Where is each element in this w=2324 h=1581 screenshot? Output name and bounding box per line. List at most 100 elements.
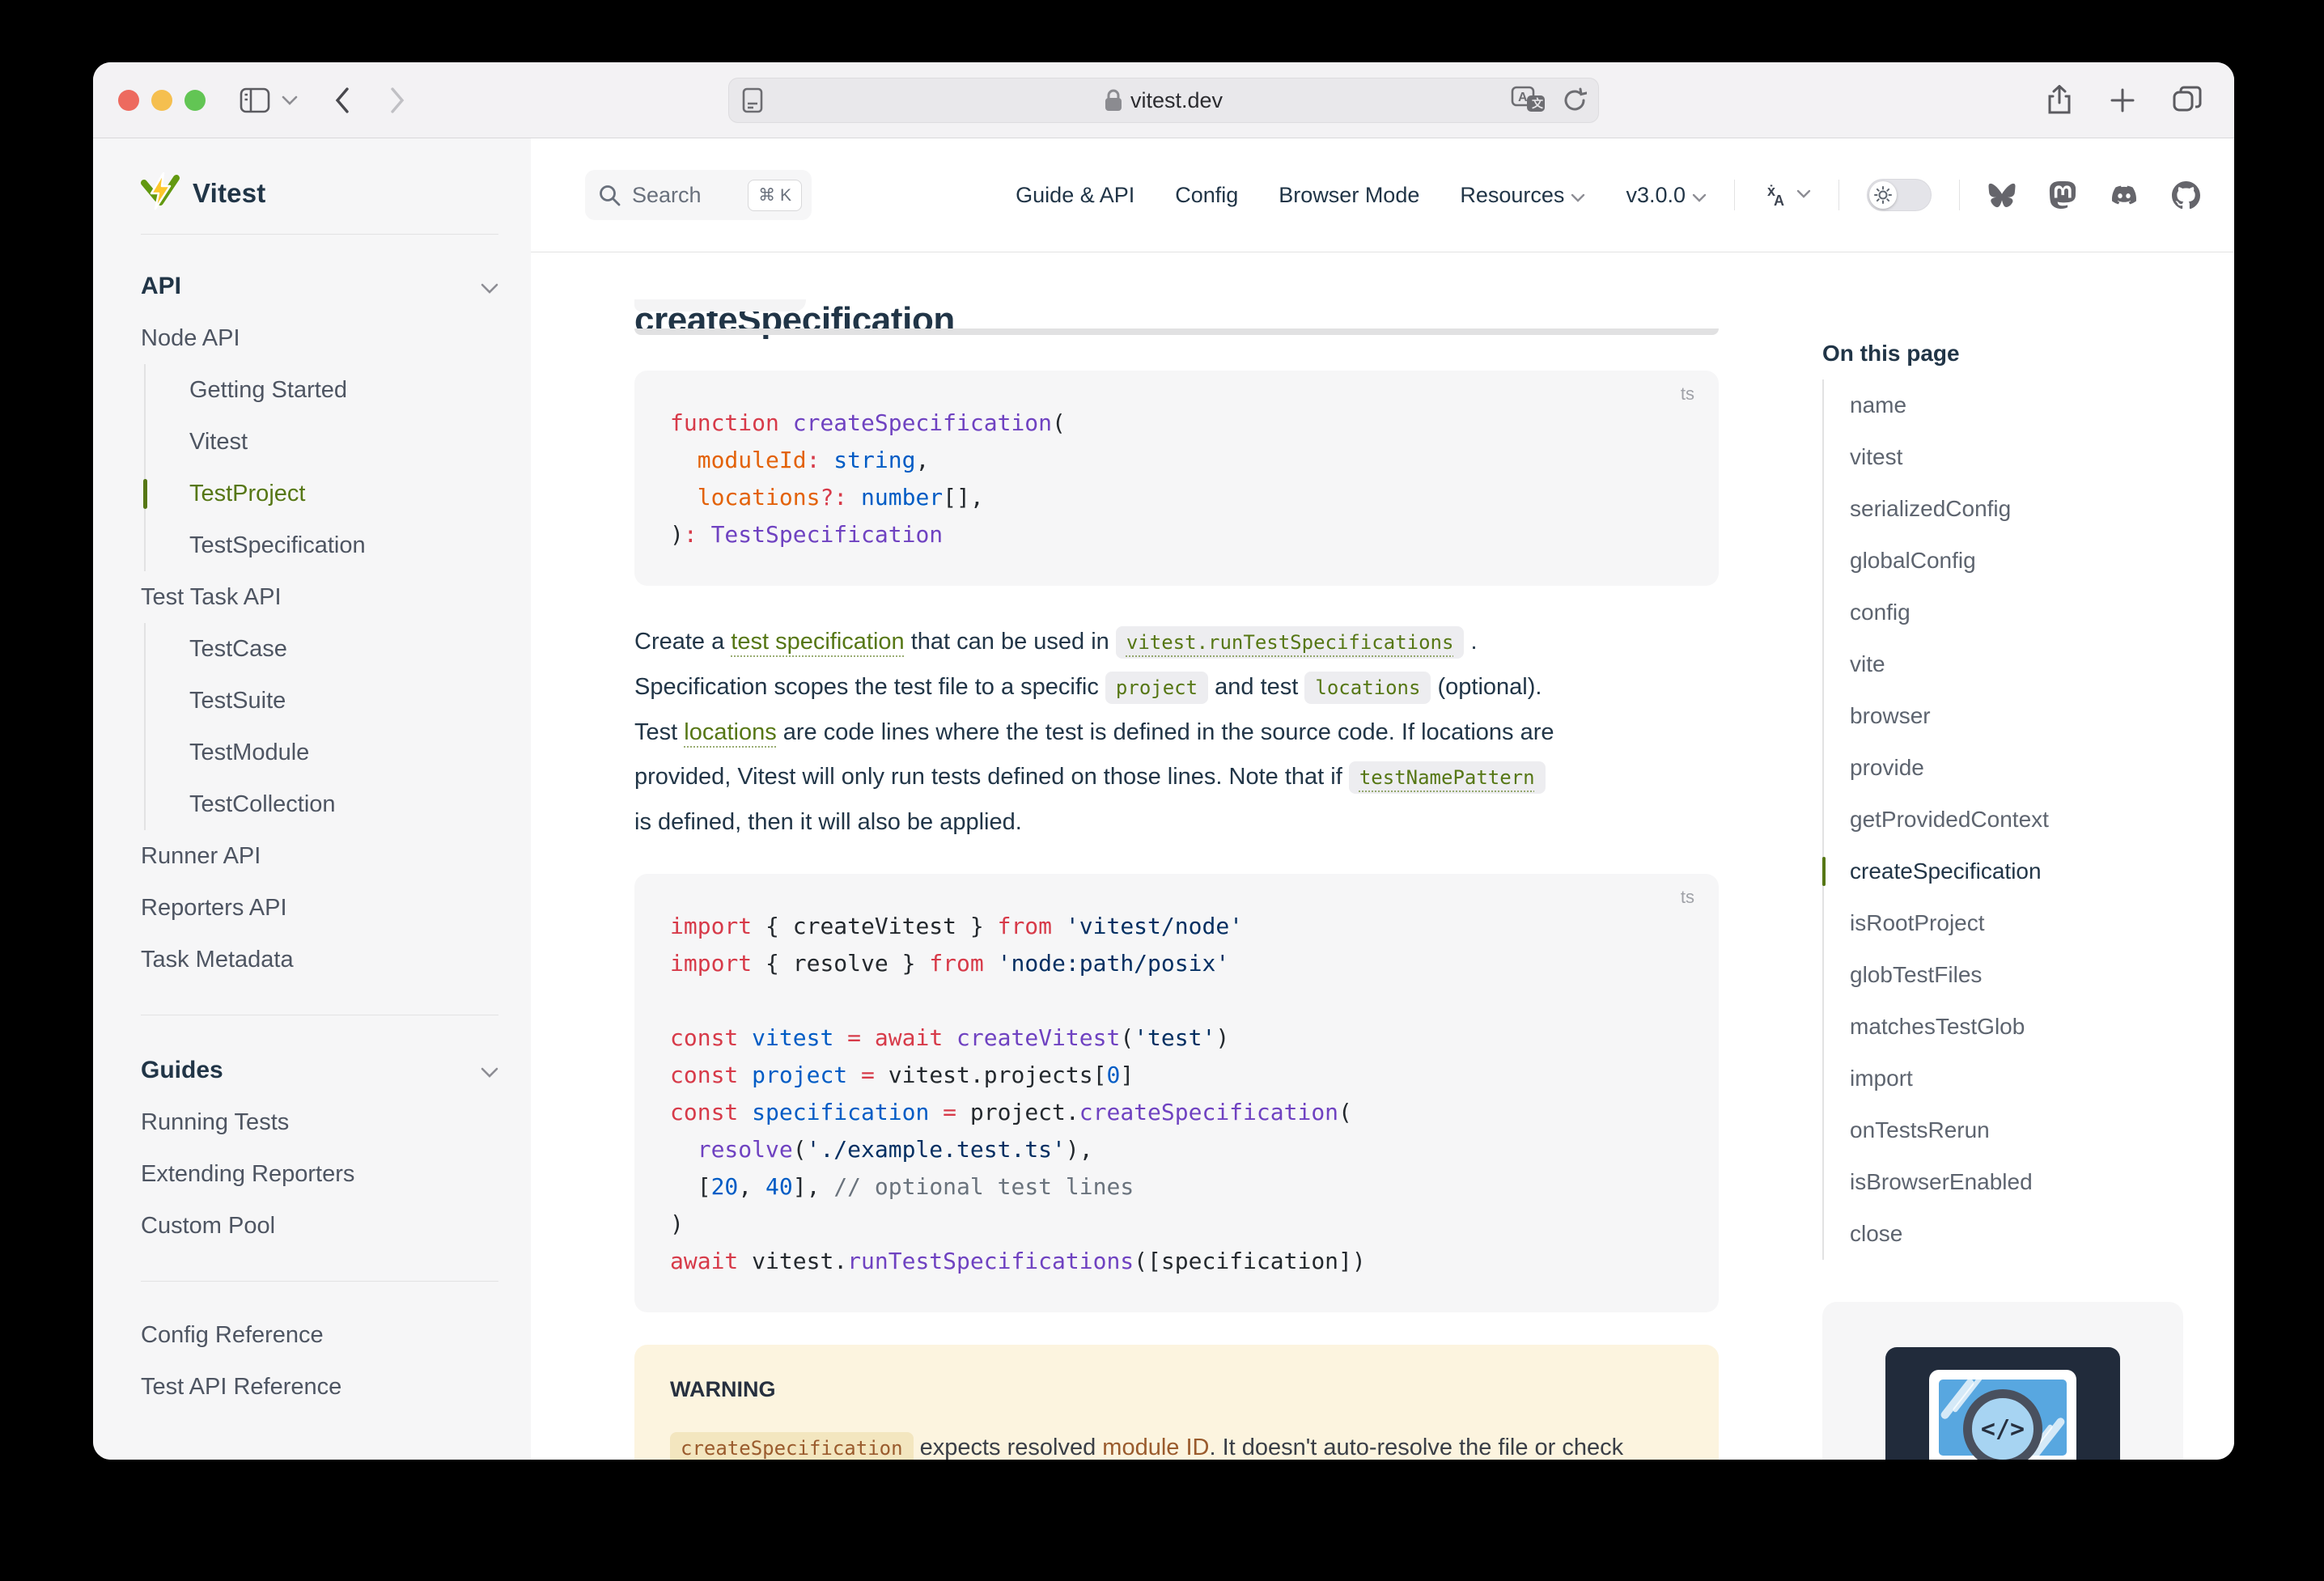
version-switcher[interactable]: v3.0.0: [1626, 183, 1707, 208]
code-lines: import { createVitest } from 'vitest/nod…: [670, 908, 1683, 1280]
minimize-window-button[interactable]: [151, 90, 172, 111]
nav-resources-label: Resources: [1460, 183, 1564, 208]
search-input[interactable]: Search ⌘ K: [585, 170, 812, 220]
discord-icon[interactable]: [2109, 183, 2140, 207]
sidebar-item-task-metadata[interactable]: Task Metadata: [141, 934, 498, 985]
outline-link-getprovidedcontext[interactable]: getProvidedContext: [1824, 794, 2211, 846]
page-body: Vitest API Node API Getting Started Vite…: [93, 138, 2234, 1460]
language-icon: ẋ A: [1762, 181, 1790, 209]
magnifier-icon: </>: [1963, 1389, 2042, 1460]
version-label: v3.0.0: [1626, 183, 1686, 208]
article: createSpecification ts function createSp…: [634, 299, 1719, 1460]
svg-text:A: A: [1774, 193, 1784, 209]
chevron-down-icon: [481, 1057, 498, 1084]
header-nav: Guide & API Config Browser Mode Resource…: [975, 179, 2234, 211]
outline-link-isrootproject[interactable]: isRootProject: [1824, 897, 2211, 949]
outline-link-globtestfiles[interactable]: globTestFiles: [1824, 949, 2211, 1001]
bluesky-icon[interactable]: [1987, 182, 2017, 209]
sidebar-item-testmodule[interactable]: TestModule: [189, 727, 498, 778]
sidebar-item-testspecification[interactable]: TestSpecification: [189, 519, 498, 571]
code-language-label: ts: [1681, 384, 1694, 405]
sidebar-item-config-reference[interactable]: Config Reference: [141, 1309, 498, 1361]
browser-window: vitest.dev A 文: [93, 62, 2234, 1460]
sidebar-toggle-icon[interactable]: [240, 87, 270, 113]
sponsor-card[interactable]: </>: [1822, 1302, 2183, 1460]
mastodon-icon[interactable]: [2049, 180, 2076, 210]
translate-icon[interactable]: A 文: [1511, 86, 1546, 115]
outline-link-config[interactable]: config: [1824, 587, 2211, 638]
code-lines: function createSpecification( moduleId: …: [670, 405, 1683, 553]
sidebar-item-runner-api[interactable]: Runner API: [141, 830, 498, 882]
desktop-background: vitest.dev A 文: [0, 0, 2324, 1581]
nav-config[interactable]: Config: [1175, 183, 1238, 208]
language-switcher[interactable]: ẋ A: [1762, 181, 1811, 209]
address-bar[interactable]: vitest.dev A 文: [728, 78, 1599, 123]
outline-link-import[interactable]: import: [1824, 1053, 2211, 1104]
outline-link-browser[interactable]: browser: [1824, 690, 2211, 742]
vitest-logo-icon: [141, 172, 180, 215]
sidebar-item-extending-reporters[interactable]: Extending Reporters: [141, 1148, 498, 1200]
outline-title: On this page: [1822, 337, 2211, 370]
sidebar-item-testproject[interactable]: TestProject: [189, 468, 498, 519]
outline-link-close[interactable]: close: [1824, 1208, 2211, 1260]
code-block-signature[interactable]: ts function createSpecification( moduleI…: [634, 371, 1719, 586]
sidebar-item-testcase[interactable]: TestCase: [189, 623, 498, 675]
sidebar-item-vitest[interactable]: Vitest: [189, 416, 498, 468]
sidebar-item-node-api[interactable]: Node API: [141, 312, 498, 364]
back-button[interactable]: [335, 87, 350, 113]
sidebar-item-custom-pool[interactable]: Custom Pool: [141, 1200, 498, 1252]
toolbar-chevron-down-icon[interactable]: [282, 95, 298, 105]
chevron-down-icon: [1692, 183, 1707, 208]
new-tab-icon[interactable]: [2110, 87, 2135, 113]
outline-link-createspecification[interactable]: createSpecification: [1824, 846, 2211, 897]
theme-toggle[interactable]: [1867, 179, 1932, 211]
chevron-down-icon: [481, 273, 498, 300]
close-window-button[interactable]: [118, 90, 139, 111]
search-icon: [598, 184, 621, 206]
nav-resources-menu[interactable]: Resources: [1460, 183, 1585, 208]
reload-icon[interactable]: [1563, 87, 1587, 113]
sidebar-item-testsuite[interactable]: TestSuite: [189, 675, 498, 727]
share-icon[interactable]: [2046, 85, 2072, 116]
url-text: vitest.dev: [1130, 88, 1223, 113]
sidebar-item-running-tests[interactable]: Running Tests: [141, 1096, 498, 1148]
nav-browser-mode[interactable]: Browser Mode: [1279, 183, 1419, 208]
github-icon[interactable]: [2172, 181, 2200, 210]
outline-link-globalconfig[interactable]: globalConfig: [1824, 535, 2211, 587]
sidebar-item-testcollection[interactable]: TestCollection: [189, 778, 498, 830]
tab-overview-icon[interactable]: [2173, 86, 2202, 115]
sidebar-item-test-api-reference[interactable]: Test API Reference: [141, 1361, 498, 1413]
warning-body: createSpecification expects resolved mod…: [670, 1425, 1683, 1460]
outline-link-vitest[interactable]: vitest: [1824, 431, 2211, 483]
previous-codeblock-fragment: [634, 299, 806, 312]
sidebar-test-task-group: TestCase TestSuite TestModule TestCollec…: [144, 623, 498, 830]
zoom-window-button[interactable]: [184, 90, 206, 111]
code-block-example[interactable]: ts import { createVitest } from 'vitest/…: [634, 874, 1719, 1312]
nav-guide-api[interactable]: Guide & API: [1016, 183, 1134, 208]
forward-button[interactable]: [390, 87, 405, 113]
outline-link-ontestsrerun[interactable]: onTestsRerun: [1824, 1104, 2211, 1156]
sidebar-group-guides[interactable]: Guides: [141, 1045, 498, 1096]
chevron-down-icon: [1571, 183, 1585, 208]
site-logo[interactable]: Vitest: [141, 169, 498, 218]
outline-link-vite[interactable]: vite: [1824, 638, 2211, 690]
sidebar-item-test-task-api[interactable]: Test Task API: [141, 571, 498, 623]
header-divider: [1734, 180, 1735, 210]
warning-callout: WARNING createSpecification expects reso…: [634, 1345, 1719, 1460]
browser-toolbar: vitest.dev A 文: [93, 62, 2234, 138]
outline-link-matchestestglob[interactable]: matchesTestGlob: [1824, 1001, 2211, 1053]
chevron-down-icon: [1796, 188, 1811, 202]
reader-mode-icon[interactable]: [742, 87, 763, 113]
previous-codeblock-edge: [634, 328, 1719, 335]
site-title: Vitest: [193, 178, 265, 209]
outline-link-name[interactable]: name: [1824, 379, 2211, 431]
warning-title: WARNING: [670, 1377, 1683, 1402]
sidebar-item-getting-started[interactable]: Getting Started: [189, 364, 498, 416]
sidebar-group-api[interactable]: API: [141, 261, 498, 312]
outline-link-serializedconfig[interactable]: serializedConfig: [1824, 483, 2211, 535]
sidebar-item-reporters-api[interactable]: Reporters API: [141, 882, 498, 934]
address-bar-actions: A 文: [1511, 86, 1587, 115]
outline-link-isbrowserenabled[interactable]: isBrowserEnabled: [1824, 1156, 2211, 1208]
header-divider: [1838, 180, 1839, 210]
outline-link-provide[interactable]: provide: [1824, 742, 2211, 794]
